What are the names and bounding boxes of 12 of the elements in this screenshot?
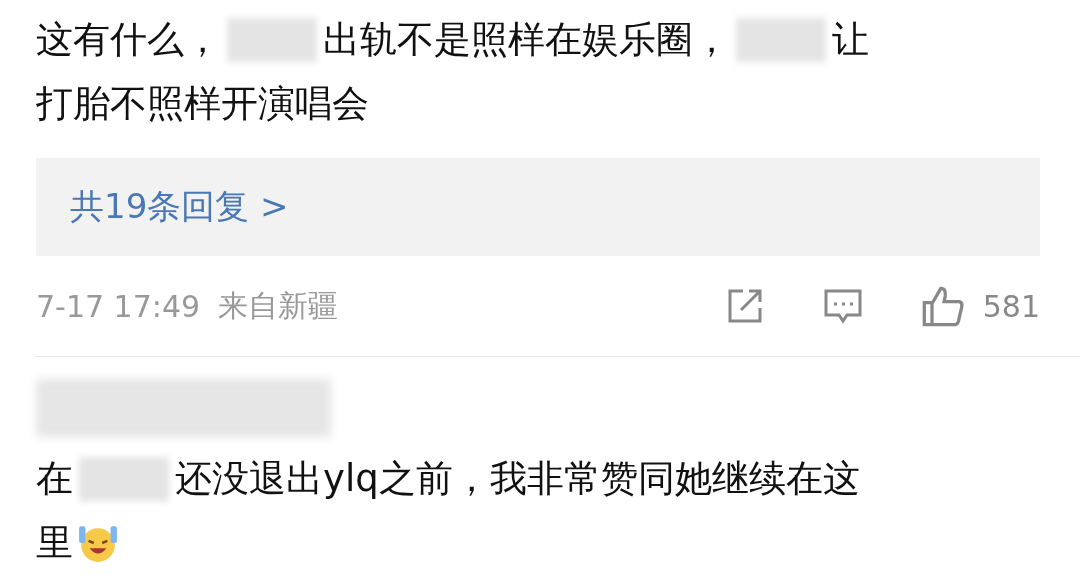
comment-text: 让 xyxy=(832,17,869,63)
comment-text: 里 xyxy=(36,520,73,566)
comment-text: 在 xyxy=(36,456,73,502)
timestamp: 7-17 17:49 xyxy=(36,288,201,324)
comment-text: 打胎不照样开演唱会 xyxy=(36,81,369,127)
comment-text: 出轨不是照样在娱乐圈， xyxy=(323,17,730,63)
thumbs-up-icon[interactable] xyxy=(920,284,965,328)
comment-text: 这有什么， xyxy=(36,17,221,63)
location-text: 来自新疆 xyxy=(218,286,339,325)
replies-link[interactable]: 共19条回复 > xyxy=(36,158,1040,256)
like-count: 581 xyxy=(982,288,1040,324)
comment-text: 还没退出ylq之前，我非常赞同她继续在这 xyxy=(175,456,860,502)
